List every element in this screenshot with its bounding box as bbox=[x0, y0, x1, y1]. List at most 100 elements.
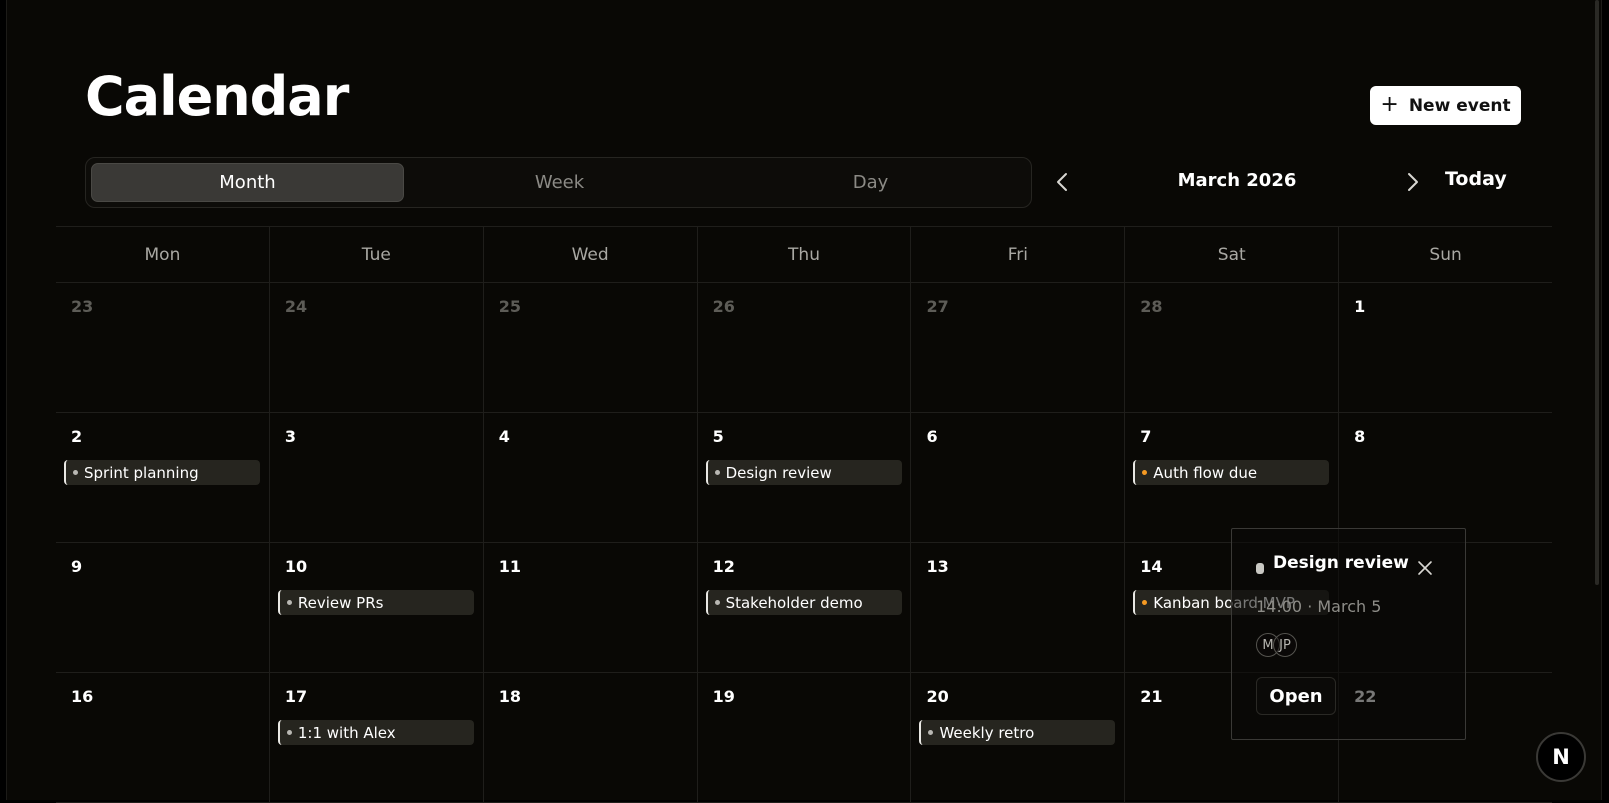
day-number: 9 bbox=[71, 557, 83, 576]
day-cell[interactable]: 9 bbox=[56, 543, 269, 672]
popover-time: 14:00 · March 5 bbox=[1256, 597, 1382, 616]
weekday-label: Fri bbox=[910, 227, 1124, 282]
day-number: 23 bbox=[71, 297, 94, 316]
day-number: 19 bbox=[712, 687, 735, 706]
app-frame: Calendar + New event Month Week Day Marc… bbox=[6, 0, 1602, 803]
day-cell[interactable]: 23 bbox=[56, 283, 269, 412]
next-month-button[interactable] bbox=[1402, 168, 1424, 196]
weekday-label: Wed bbox=[482, 227, 697, 282]
day-number: 27 bbox=[926, 297, 949, 316]
day-cell[interactable]: 7 Auth flow due bbox=[1124, 413, 1338, 542]
event-title: Sprint planning bbox=[84, 463, 199, 482]
avatar: JP bbox=[1273, 633, 1297, 657]
event-title: 1:1 with Alex bbox=[297, 723, 396, 742]
event-chip[interactable]: Sprint planning bbox=[64, 460, 260, 485]
day-number: 16 bbox=[71, 687, 94, 706]
event-color-dot bbox=[1256, 563, 1264, 574]
day-cell[interactable]: 4 bbox=[482, 413, 697, 542]
day-number: 24 bbox=[284, 297, 308, 316]
day-number: 17 bbox=[284, 687, 308, 706]
day-number: 28 bbox=[1140, 297, 1163, 316]
day-cell[interactable]: 24 bbox=[268, 283, 483, 412]
day-number: 2 bbox=[71, 427, 83, 446]
day-cell[interactable]: 5 Design review bbox=[696, 413, 911, 542]
day-number: 20 bbox=[926, 687, 949, 706]
day-cell[interactable]: 20 Weekly retro bbox=[910, 673, 1124, 802]
tab-month[interactable]: Month bbox=[91, 163, 404, 202]
event-title: Stakeholder demo bbox=[725, 593, 863, 612]
day-number: 12 bbox=[712, 557, 735, 576]
event-dot bbox=[286, 600, 292, 605]
day-cell[interactable]: 10 Review PRs bbox=[268, 543, 483, 672]
view-switcher: Month Week Day bbox=[85, 157, 1032, 208]
day-cell[interactable]: 17 1:1 with Alex bbox=[268, 673, 483, 802]
event-chip[interactable]: 1:1 with Alex bbox=[277, 720, 474, 745]
day-number: 8 bbox=[1354, 427, 1366, 446]
day-number: 25 bbox=[498, 297, 521, 316]
chevron-right-icon bbox=[1408, 173, 1418, 191]
event-dot bbox=[286, 730, 292, 735]
weekday-header: Mon Tue Wed Thu Fri Sat Sun bbox=[56, 227, 1552, 283]
tab-day[interactable]: Day bbox=[715, 163, 1026, 202]
event-title: Review PRs bbox=[297, 593, 384, 612]
day-number: 21 bbox=[1140, 687, 1163, 706]
new-event-button[interactable]: + New event bbox=[1370, 86, 1521, 125]
day-number: 3 bbox=[284, 427, 296, 446]
event-chip[interactable]: Review PRs bbox=[277, 590, 474, 615]
day-number: 4 bbox=[498, 427, 510, 446]
day-cell[interactable]: 13 bbox=[910, 543, 1124, 672]
day-number: 5 bbox=[712, 427, 724, 446]
today-button[interactable]: Today bbox=[1445, 168, 1507, 190]
event-popover: Design review 14:00 · March 5 M JP Open bbox=[1231, 528, 1466, 740]
event-dot bbox=[714, 470, 720, 475]
day-cell[interactable]: 19 bbox=[696, 673, 911, 802]
event-chip[interactable]: Weekly retro bbox=[919, 720, 1116, 745]
day-number: 7 bbox=[1140, 427, 1152, 446]
day-number: 10 bbox=[284, 557, 308, 576]
day-number: 11 bbox=[498, 557, 521, 576]
day-cell[interactable]: 11 bbox=[482, 543, 697, 672]
nextjs-badge[interactable]: N bbox=[1536, 732, 1586, 782]
chevron-left-icon bbox=[1057, 173, 1067, 191]
weekday-label: Thu bbox=[696, 227, 911, 282]
day-cell[interactable]: 18 bbox=[482, 673, 697, 802]
day-cell[interactable]: 1 bbox=[1338, 283, 1552, 412]
close-icon[interactable] bbox=[1416, 559, 1434, 577]
event-chip[interactable]: Design review bbox=[705, 460, 902, 485]
day-number: 13 bbox=[926, 557, 949, 576]
scrollbar[interactable] bbox=[1595, 0, 1599, 585]
weekday-label: Sat bbox=[1124, 227, 1338, 282]
event-chip[interactable]: Stakeholder demo bbox=[705, 590, 902, 615]
day-cell[interactable]: 25 bbox=[482, 283, 697, 412]
day-cell[interactable]: 26 bbox=[696, 283, 911, 412]
week-row: 2 Sprint planning 3 4 5 Design review 6 7 Auth f… bbox=[56, 413, 1552, 543]
weekday-label: Mon bbox=[144, 244, 181, 265]
popover-title: Design review bbox=[1273, 553, 1409, 573]
week-row: 23 24 25 26 27 28 1 bbox=[56, 283, 1552, 413]
day-number: 6 bbox=[926, 427, 938, 446]
event-dot bbox=[73, 470, 78, 475]
day-cell[interactable]: 27 bbox=[910, 283, 1124, 412]
page-title: Calendar bbox=[85, 65, 349, 128]
day-number: 1 bbox=[1354, 297, 1366, 316]
prev-month-button[interactable] bbox=[1051, 168, 1073, 196]
open-event-button[interactable]: Open bbox=[1256, 677, 1336, 715]
day-cell[interactable]: 3 bbox=[268, 413, 483, 542]
day-cell[interactable]: 8 bbox=[1338, 413, 1552, 542]
day-cell[interactable]: 2 Sprint planning bbox=[56, 413, 269, 542]
event-dot bbox=[1142, 470, 1148, 475]
weekday-label: Tue bbox=[268, 227, 483, 282]
event-title: Weekly retro bbox=[939, 723, 1035, 742]
day-cell[interactable]: 28 bbox=[1124, 283, 1338, 412]
plus-icon: + bbox=[1380, 91, 1399, 117]
event-chip[interactable]: Auth flow due bbox=[1133, 460, 1330, 485]
day-cell[interactable]: 6 bbox=[910, 413, 1124, 542]
tab-week[interactable]: Week bbox=[404, 163, 715, 202]
current-month-label: March 2026 bbox=[1177, 170, 1297, 191]
day-number: 26 bbox=[712, 297, 735, 316]
weekday-label: Sun bbox=[1338, 227, 1552, 282]
day-cell[interactable]: 12 Stakeholder demo bbox=[696, 543, 911, 672]
day-cell[interactable]: 16 bbox=[56, 673, 269, 802]
day-number: 14 bbox=[1140, 557, 1163, 576]
event-title: Design review bbox=[725, 463, 832, 482]
